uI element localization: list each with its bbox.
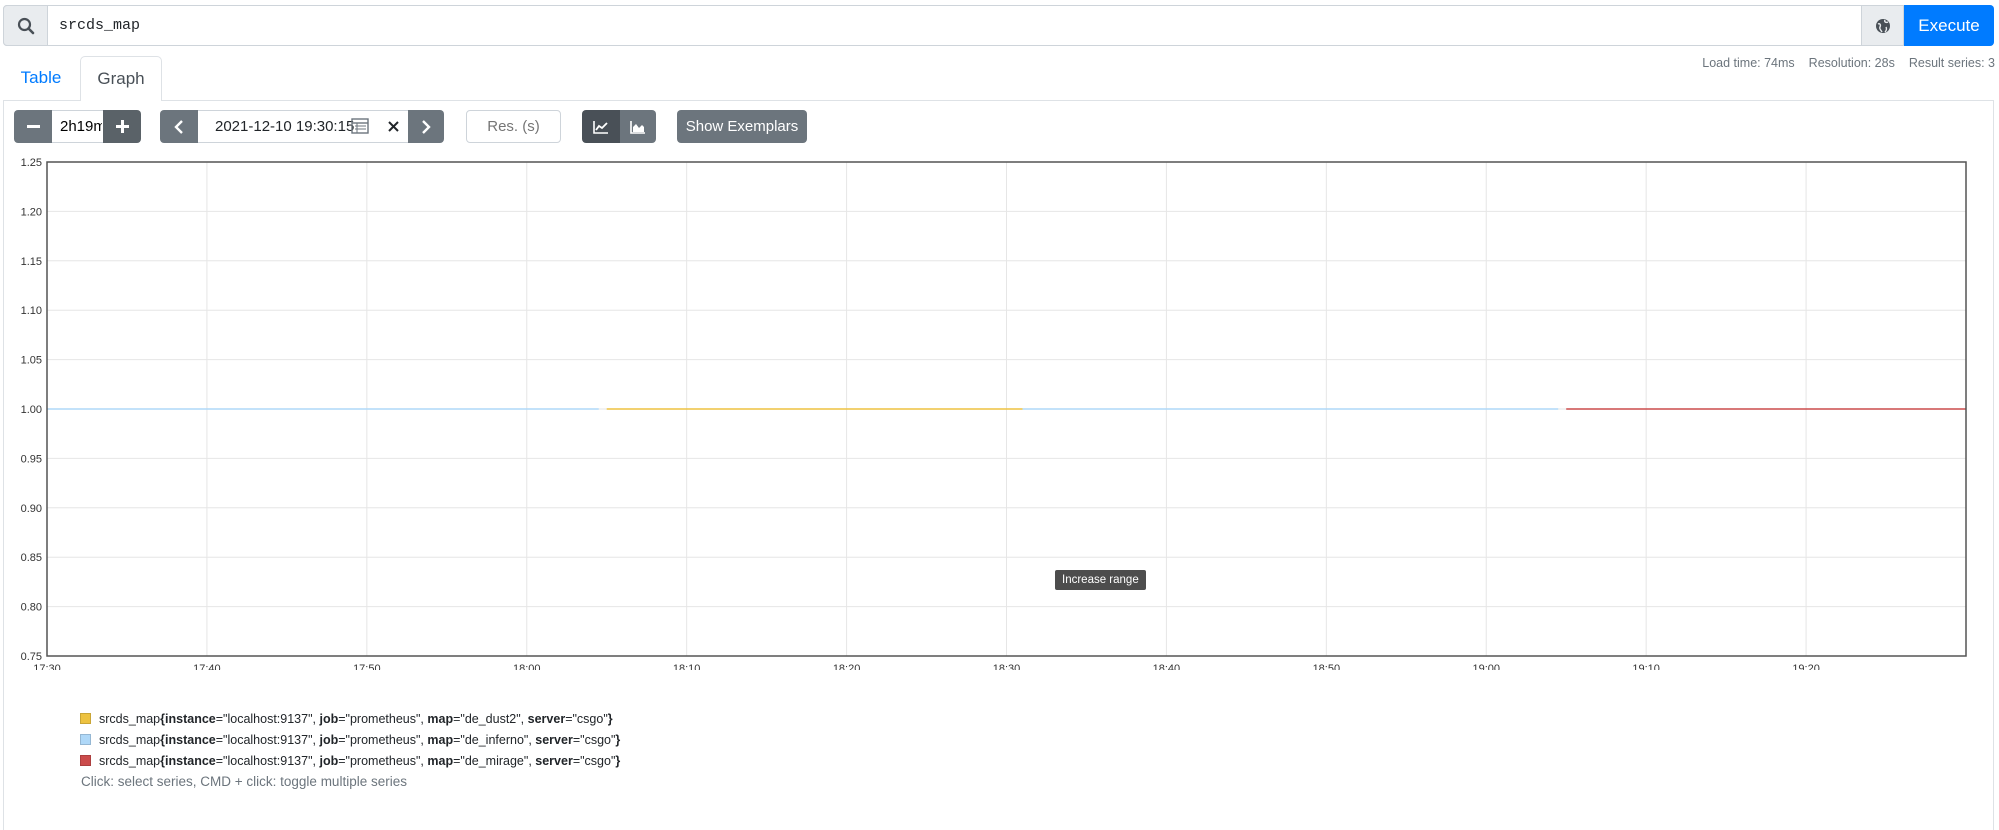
line-chart-button[interactable] (582, 110, 620, 143)
range-input[interactable] (52, 110, 104, 143)
resolution-input[interactable] (466, 110, 561, 143)
minus-icon (26, 125, 40, 128)
line-chart-icon (593, 120, 608, 134)
y-tick-label: 0.90 (21, 503, 42, 515)
time-forward-button[interactable] (408, 110, 444, 143)
legend-item[interactable]: srcds_map{instance="localhost:9137", job… (80, 750, 620, 771)
y-tick-label: 1.25 (21, 157, 42, 169)
y-tick-label: 1.05 (21, 355, 42, 367)
legend-swatch (80, 755, 91, 766)
y-tick-label: 1.20 (21, 206, 42, 218)
calendar-icon[interactable] (351, 118, 369, 134)
execute-button[interactable]: Execute (1904, 5, 1994, 46)
range-decrease-button[interactable] (14, 110, 52, 143)
legend-item[interactable]: srcds_map{instance="localhost:9137", job… (80, 708, 620, 729)
y-tick-label: 0.95 (21, 453, 42, 465)
x-tick-label: 19:00 (1472, 663, 1500, 670)
y-tick-label: 0.85 (21, 552, 42, 564)
x-tick-label: 18:50 (1313, 663, 1341, 670)
legend-label: srcds_map{instance="localhost:9137", job… (99, 732, 621, 747)
legend-hint: Click: select series, CMD + click: toggl… (81, 774, 407, 789)
range-increase-button[interactable] (103, 110, 141, 143)
resolution-stat: Resolution: 28s (1808, 56, 1895, 70)
show-exemplars-button[interactable]: Show Exemplars (677, 110, 807, 143)
search-icon (3, 5, 48, 46)
y-tick-label: 1.10 (21, 305, 42, 317)
x-tick-label: 17:50 (353, 663, 381, 670)
load-time: Load time: 74ms (1702, 56, 1795, 70)
graph-chart[interactable]: 1.25 1.20 1.15 1.10 1.05 1.00 0.95 0.90 0.85 0.80… (0, 150, 1999, 670)
x-tick-label: 19:20 (1792, 663, 1820, 670)
x-tick-label: 18:40 (1153, 663, 1181, 670)
area-chart-icon (630, 120, 645, 134)
stacked-chart-button[interactable] (620, 110, 656, 143)
legend-label: srcds_map{instance="localhost:9137", job… (99, 711, 613, 726)
y-tick-label: 1.15 (21, 256, 42, 268)
tab-table[interactable]: Table (6, 56, 76, 100)
result-series-stat: Result series: 3 (1908, 56, 1995, 70)
x-tick-label: 17:30 (33, 663, 61, 670)
legend-swatch (80, 734, 91, 745)
plus-icon (115, 120, 129, 133)
legend-swatch (80, 713, 91, 724)
chevron-left-icon (174, 119, 183, 134)
x-tick-label: 17:40 (193, 663, 221, 670)
legend-item[interactable]: srcds_map{instance="localhost:9137", job… (80, 729, 620, 750)
x-tick-label: 18:00 (513, 663, 541, 670)
y-tick-label: 0.75 (21, 651, 42, 663)
time-back-button[interactable] (160, 110, 198, 143)
query-stats: Load time: 74ms Resolution: 28s Result ser… (1688, 56, 1995, 70)
legend-label: srcds_map{instance="localhost:9137", job… (99, 753, 621, 768)
x-tick-label: 18:20 (833, 663, 861, 670)
y-tick-label: 0.80 (21, 602, 42, 614)
x-tick-label: 19:10 (1632, 663, 1660, 670)
globe-icon (1875, 18, 1890, 33)
metrics-explorer-button[interactable] (1861, 5, 1904, 46)
chevron-right-icon (422, 119, 431, 134)
tab-graph[interactable]: Graph (80, 56, 162, 101)
clear-time-icon[interactable] (378, 110, 408, 143)
legend: srcds_map{instance="localhost:9137", job… (80, 708, 620, 771)
x-tick-label: 18:30 (993, 663, 1021, 670)
query-input[interactable] (47, 6, 1861, 45)
y-tick-label: 1.00 (21, 404, 42, 416)
increase-range-tooltip: Increase range (1055, 570, 1146, 590)
x-tick-label: 18:10 (673, 663, 701, 670)
end-time-input[interactable] (198, 110, 408, 143)
